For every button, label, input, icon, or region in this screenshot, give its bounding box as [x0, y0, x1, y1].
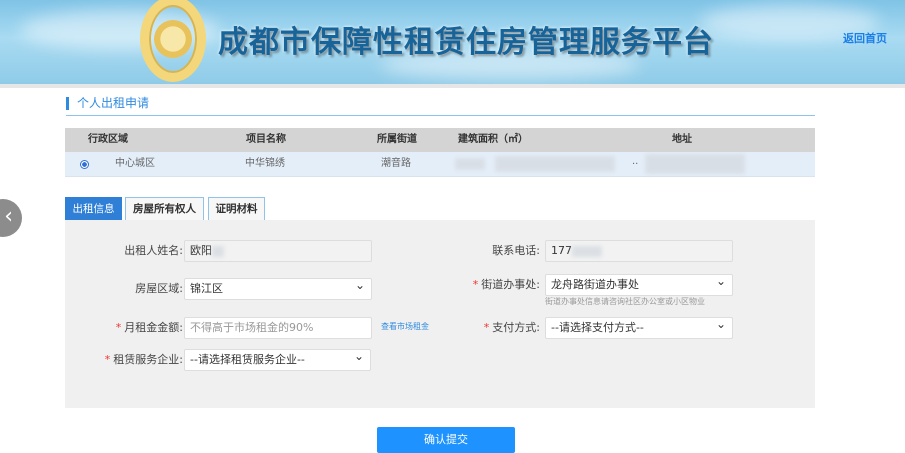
street-office-label-text: 街道办事处:	[481, 278, 540, 291]
name-field[interactable]: 欧阳	[184, 240, 372, 262]
required-mark: *	[115, 321, 122, 334]
column-header: 所属街道	[377, 134, 417, 145]
redacted-name	[212, 245, 224, 257]
column-header: 建筑面积（㎡）	[458, 134, 528, 145]
street-cell: 潮音路	[381, 158, 411, 169]
name-label: 出租人姓名:	[124, 244, 183, 257]
section-title: 个人出租申请	[66, 97, 149, 110]
tab-documents[interactable]: 证明材料	[208, 197, 265, 220]
address-cell: ..	[632, 156, 639, 167]
required-mark: *	[104, 353, 111, 366]
table-header: 行政区域 项目名称 所属街道 建筑面积（㎡） 地址	[65, 128, 815, 152]
payment-select[interactable]: --请选择支付方式--	[545, 314, 733, 339]
name-value: 欧阳	[190, 244, 212, 257]
logo-emblem	[140, 0, 206, 82]
rent-input[interactable]: 不得高于市场租金的90%	[184, 317, 372, 339]
column-header: 项目名称	[246, 134, 286, 145]
required-mark: *	[472, 278, 479, 291]
rent-label-text: 月租金金额:	[124, 321, 183, 334]
chevron-left-icon[interactable]: ‹	[0, 199, 22, 237]
table-row[interactable]: 中心城区 中华锦绣 潮音路 ..	[65, 152, 815, 177]
district-cell: 中心城区	[115, 158, 155, 169]
service-company-label-text: 租赁服务企业:	[113, 353, 183, 366]
project-cell: 中华锦绣	[245, 158, 285, 169]
row-radio[interactable]	[80, 160, 89, 169]
street-office-hint: 街道办事处信息请咨询社区办公室或小区物业	[545, 297, 705, 306]
column-header: 行政区域	[88, 134, 128, 145]
region-label: 房屋区域:	[135, 282, 183, 295]
rent-label: * 月租金金额:	[80, 317, 183, 339]
submit-button[interactable]: 确认提交	[377, 427, 515, 453]
tab-rental-info[interactable]: 出租信息	[65, 197, 122, 220]
street-office-label: * 街道办事处:	[440, 274, 540, 296]
redacted-phone	[572, 245, 602, 257]
phone-value: 177	[551, 244, 572, 257]
header-banner: 成都市保障性租赁住房管理服务平台 返回首页	[0, 0, 905, 84]
site-title: 成都市保障性租赁住房管理服务平台	[218, 25, 714, 60]
home-link[interactable]: 返回首页	[843, 30, 887, 46]
region-select[interactable]: 锦江区	[184, 275, 372, 300]
market-rent-link[interactable]: 查看市场租金	[381, 321, 429, 332]
section-divider	[66, 115, 815, 116]
required-mark: *	[483, 321, 490, 334]
redacted-address	[495, 156, 615, 172]
header-divider	[0, 84, 905, 88]
tab-owner[interactable]: 房屋所有权人	[125, 197, 204, 220]
phone-field[interactable]: 177	[545, 240, 733, 262]
payment-label-text: 支付方式:	[492, 321, 540, 334]
service-company-select[interactable]: --请选择租赁服务企业--	[184, 346, 371, 371]
redacted-area	[455, 158, 485, 170]
street-office-select[interactable]: 龙舟路街道办事处	[545, 271, 733, 296]
redacted-address	[645, 154, 745, 174]
service-company-label: * 租赁服务企业:	[70, 349, 183, 371]
phone-label: 联系电话:	[492, 244, 540, 257]
payment-label: * 支付方式:	[440, 317, 540, 339]
column-header: 地址	[672, 134, 692, 145]
